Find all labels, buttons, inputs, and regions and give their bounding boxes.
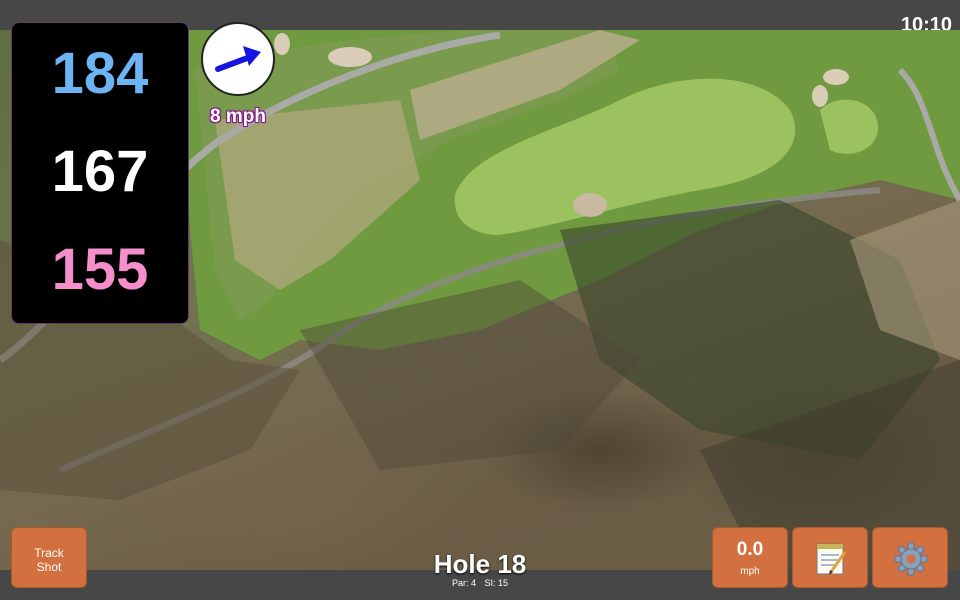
track-shot-button[interactable]: Track Shot: [11, 527, 87, 588]
arrow-right-icon: [215, 46, 261, 72]
speed-unit: mph: [740, 566, 760, 577]
back-yardage: 184: [51, 41, 149, 106]
settings-button[interactable]: [872, 527, 948, 588]
track-shot-label-line2: Shot: [36, 560, 62, 574]
track-shot-label: Track Shot: [12, 546, 86, 574]
wind-speed: 8 mph: [210, 106, 266, 127]
hole-stroke-index: SI: 15: [484, 578, 509, 588]
yardage-panel: 184 167 155: [11, 22, 189, 324]
front-yardage: 155: [51, 237, 149, 302]
hole-par: Par: 4: [451, 578, 476, 588]
hole-title: Hole 18: [433, 549, 527, 579]
speed-value: 0.0: [736, 539, 764, 560]
hole-info: Par: 4 SI: 15: [380, 578, 580, 588]
gear-icon: [894, 542, 928, 576]
notepad-icon: [816, 543, 847, 575]
wind-indicator: [201, 22, 275, 96]
notes-button[interactable]: [792, 527, 868, 588]
middle-yardage: 167: [51, 139, 149, 204]
speed-button[interactable]: 0.0 mph: [712, 527, 788, 588]
golf-gps-screen: 10:10 184 167 155 8 mph Hole 18 Par: 4 S…: [0, 0, 960, 600]
track-shot-label-line1: Track: [34, 546, 64, 560]
